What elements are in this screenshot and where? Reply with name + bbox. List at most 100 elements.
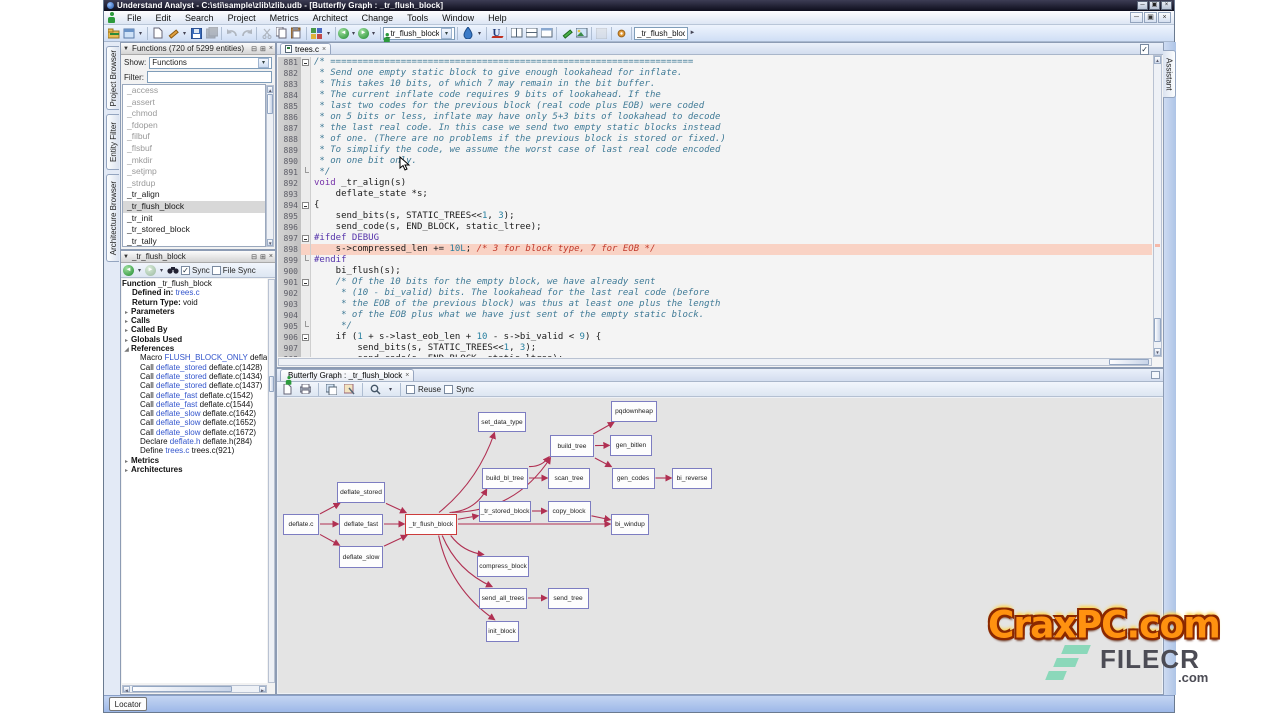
info-reference[interactable]: Call deflate_fast deflate.c(1544) — [122, 400, 267, 409]
entity-link[interactable]: deflate.h — [170, 437, 201, 446]
back-icon[interactable] — [338, 28, 349, 39]
menu-project[interactable]: Project — [221, 11, 263, 25]
menu-metrics[interactable]: Metrics — [263, 11, 306, 25]
reuse-checkbox[interactable] — [406, 385, 415, 394]
tab-assistant[interactable]: Assistant — [1163, 50, 1176, 98]
info-reference[interactable]: Call deflate_stored deflate.c(1437) — [122, 381, 267, 390]
new-file-button[interactable] — [150, 26, 165, 40]
entity-link[interactable]: deflate_slow — [156, 428, 200, 437]
fold-minus-icon[interactable] — [302, 59, 309, 66]
info-reference[interactable]: Call deflate_fast deflate.c(1542) — [122, 391, 267, 400]
code-line[interactable]: 889 * To simplify the code, we assume th… — [278, 145, 1152, 156]
function-list-item[interactable]: _tr_flush_block — [123, 201, 265, 213]
locator-go-icon[interactable]: ► — [688, 26, 697, 40]
dock-icon[interactable]: ⊟ — [251, 45, 257, 53]
info-section-called-by[interactable]: ▸Called By — [122, 325, 267, 334]
menu-edit[interactable]: Edit — [149, 11, 179, 25]
edit-dropdown-icon[interactable]: ▾ — [180, 26, 189, 40]
code-line[interactable]: 907 send_bits(s, STATIC_TREES<<1, 3); — [278, 343, 1152, 354]
code-line[interactable]: 905 */ — [278, 321, 1152, 332]
graph-node-build-bl-tree[interactable]: build_bl_tree — [482, 468, 528, 489]
graph-node-bi-reverse[interactable]: bi_reverse — [672, 468, 712, 489]
code-line[interactable]: 908 send_code(s, END_BLOCK, static_ltree… — [278, 354, 1152, 357]
code-line[interactable]: 896 send_code(s, END_BLOCK, static_ltree… — [278, 222, 1152, 233]
graph-node-gen-codes[interactable]: gen_codes — [612, 468, 655, 489]
ink-annotation-icon[interactable] — [460, 26, 475, 40]
menu-change[interactable]: Change — [355, 11, 401, 25]
info-section-calls[interactable]: ▸Calls — [122, 316, 267, 325]
close-icon[interactable]: × — [1161, 1, 1172, 10]
graph-node--tr-stored-block[interactable]: _tr_stored_block — [479, 501, 531, 522]
paste-icon[interactable] — [289, 26, 304, 40]
info-back-icon[interactable] — [123, 265, 134, 276]
code-line[interactable]: 894{ — [278, 200, 1152, 211]
info-section-architectures[interactable]: ▸Architectures — [122, 465, 267, 474]
fold-minus-icon[interactable] — [302, 279, 309, 286]
locator-search-input[interactable]: _tr_flush_block — [634, 27, 688, 40]
graph-node-deflate-fast[interactable]: deflate_fast — [339, 514, 383, 535]
code-line[interactable]: 903 * the EOB of the previous block) was… — [278, 299, 1152, 310]
scroll-down-icon[interactable]: ▼ — [267, 239, 273, 246]
graph-canvas[interactable]: deflate.cdeflate_storeddeflate_fastdefla… — [278, 398, 1162, 693]
recent-projects-button[interactable] — [121, 26, 136, 40]
code-line[interactable]: 892void _tr_align(s) — [278, 178, 1152, 189]
code-line[interactable]: 884 * The current inflate code requires … — [278, 90, 1152, 101]
graph-node--tr-flush-block[interactable]: _tr_flush_block — [405, 514, 457, 535]
entity-link[interactable]: FLUSH_BLOCK_ONLY — [164, 353, 247, 362]
info-reference[interactable]: Call deflate_stored deflate.c(1434) — [122, 372, 267, 381]
entity-link[interactable]: deflate_stored — [156, 363, 207, 372]
color-pencil-icon[interactable] — [559, 26, 574, 40]
menu-window[interactable]: Window — [435, 11, 481, 25]
code-line[interactable]: 900 bi_flush(s); — [278, 266, 1152, 277]
info-section-references[interactable]: ◢References — [122, 344, 267, 353]
info-panel-header[interactable]: ▼ _tr_flush_block ⊟ ⊞ × — [121, 251, 275, 263]
code-line[interactable]: 899#endif — [278, 255, 1152, 266]
entity-link[interactable]: deflate_slow — [156, 409, 200, 418]
graph-node-scan-tree[interactable]: scan_tree — [548, 468, 590, 489]
copy-icon[interactable] — [274, 26, 289, 40]
code-line[interactable]: 886 * on 5 bits or less, inflate may hav… — [278, 112, 1152, 123]
graph-node-send-all-trees[interactable]: send_all_trees — [479, 588, 527, 609]
code-line[interactable]: 898 s->compressed_len += 10L; /* 3 for b… — [278, 244, 1152, 255]
show-dropdown-icon[interactable]: ▾ — [258, 58, 269, 68]
function-list-item[interactable]: _fdopen — [123, 120, 265, 132]
entity-link[interactable]: trees.c — [165, 446, 189, 455]
graph-node-deflate-stored[interactable]: deflate_stored — [337, 482, 385, 503]
entity-dropdown-icon[interactable]: ▾ — [324, 26, 333, 40]
entity-link[interactable]: deflate_fast — [156, 391, 197, 400]
restore-icon[interactable]: ▣ — [1149, 1, 1160, 10]
info-reference[interactable]: Macro FLUSH_BLOCK_ONLY deflate.c(1365) p… — [122, 353, 267, 362]
function-list-item[interactable]: _tr_stored_block — [123, 224, 265, 236]
functions-scrollbar[interactable]: ▲ ▼ — [266, 85, 274, 247]
compare-icon[interactable] — [594, 26, 609, 40]
open-project-button[interactable] — [106, 26, 121, 40]
layout-single-icon[interactable] — [539, 26, 554, 40]
function-list-item[interactable]: _setjmp — [123, 166, 265, 178]
entity-link[interactable]: deflate_stored — [156, 372, 207, 381]
collapsed-icon[interactable]: ▸ — [122, 467, 131, 476]
scroll-up-icon[interactable]: ▲ — [267, 86, 273, 93]
info-reference[interactable]: Call deflate_stored deflate.c(1428) — [122, 363, 267, 372]
function-list-item[interactable]: _assert — [123, 97, 265, 109]
fold-minus-icon[interactable] — [302, 202, 309, 209]
panel-close-icon[interactable]: × — [269, 253, 273, 260]
editor-vscrollbar[interactable]: ▲ ▼ — [1153, 55, 1162, 357]
collapse-icon[interactable]: ▼ — [123, 254, 129, 260]
code-line[interactable]: 902 * (10 - bi_valid) bits. The lookahea… — [278, 288, 1152, 299]
entity-link[interactable]: deflate_fast — [156, 400, 197, 409]
function-list-item[interactable]: _chmod — [123, 108, 265, 120]
float-icon[interactable]: ⊞ — [260, 253, 266, 261]
code-line[interactable]: 895 send_bits(s, STATIC_TREES<<1, 3); — [278, 211, 1152, 222]
function-list-item[interactable]: _tr_align — [123, 189, 265, 201]
zoom-dropdown-icon[interactable]: ▾ — [386, 382, 395, 396]
fold-minus-icon[interactable] — [302, 235, 309, 242]
graph-node-bi-windup[interactable]: bi_windup — [611, 514, 649, 535]
graph-node-deflate-slow[interactable]: deflate_slow — [339, 546, 383, 568]
find-binoculars-icon[interactable] — [167, 265, 179, 275]
graph-node-pqdownheap[interactable]: pqdownheap — [611, 401, 657, 422]
panel-close-icon[interactable]: × — [269, 45, 273, 52]
code-line[interactable]: 881/* ==================================… — [278, 57, 1152, 68]
code-line[interactable]: 887 * the last real code. In this case w… — [278, 123, 1152, 134]
layout-columns-icon[interactable] — [509, 26, 524, 40]
editor-option-checkbox[interactable]: ✓ — [1140, 44, 1149, 55]
